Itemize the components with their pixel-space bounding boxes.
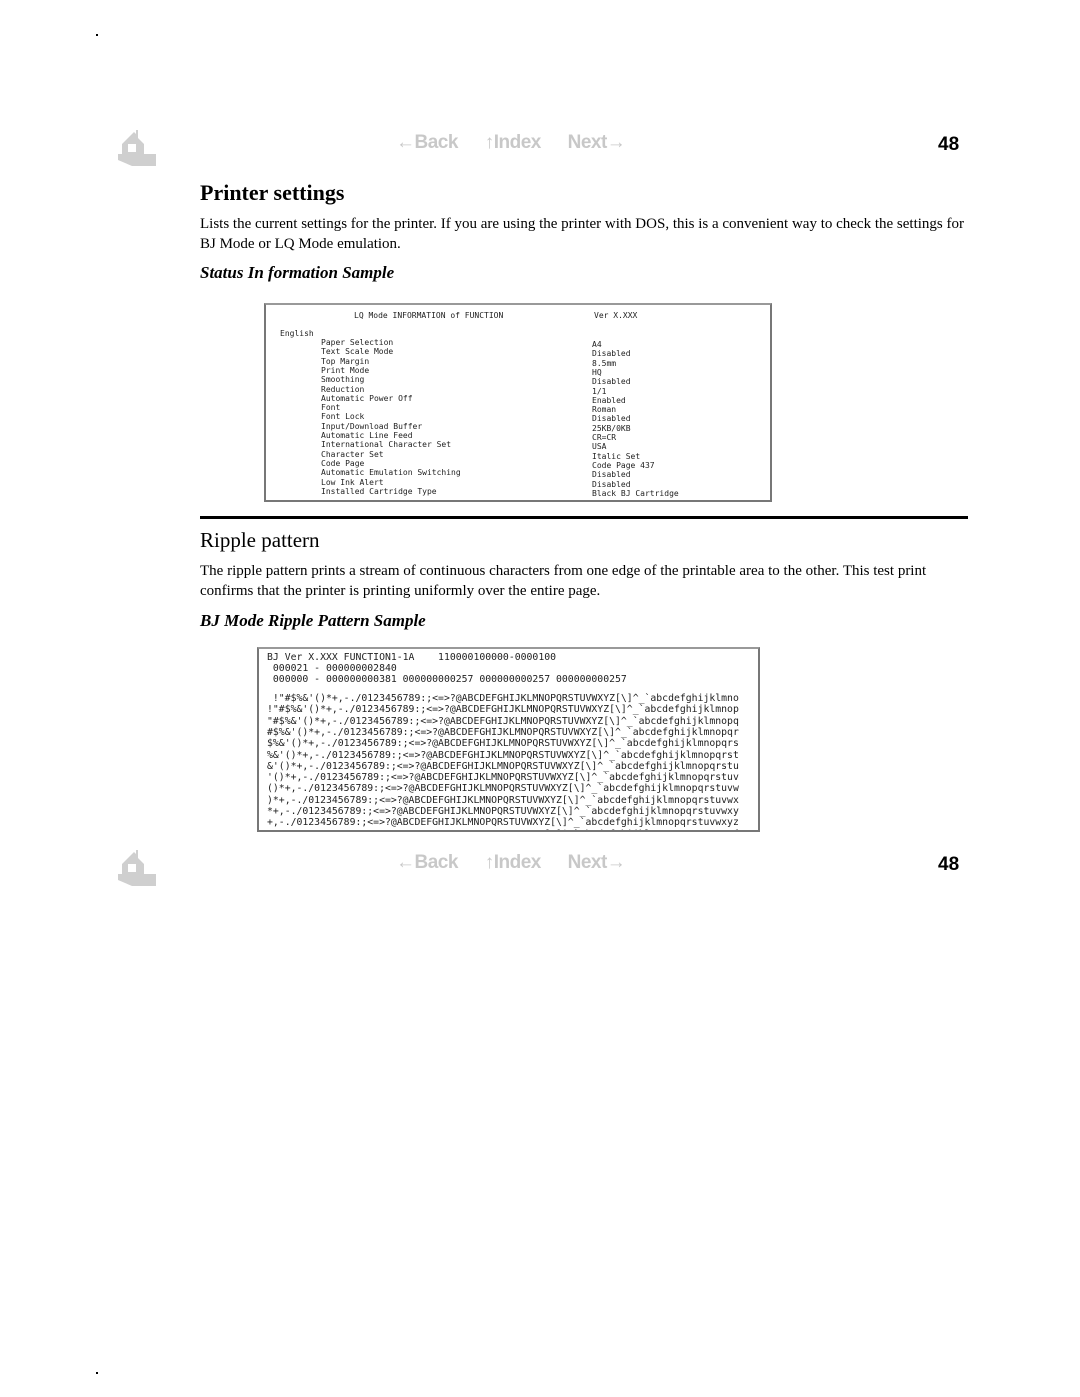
ripple-pattern-line: $%&'()*+,-./0123456789:;<=>?@ABCDEFGHIJK… [267, 738, 739, 750]
setting-value: Disabled [592, 414, 631, 424]
setting-value: Enabled [592, 395, 626, 405]
ripple-pattern-line: ()*+,-./0123456789:;<=>?@ABCDEFGHIJKLMNO… [267, 783, 739, 795]
setting-value: Disabled [592, 470, 631, 480]
index-link[interactable]: ↑Index [485, 852, 542, 873]
section-divider [200, 516, 968, 519]
setting-value: Disabled [592, 479, 631, 489]
setting-value: Black BJ Cartridge [592, 488, 679, 498]
next-link[interactable]: Next→ [568, 852, 626, 873]
ripple-pattern-line: )*+,-./0123456789:;<=>?@ABCDEFGHIJKLMNOP… [267, 794, 739, 806]
ripple-pattern-sample: BJ Ver X.XXX FUNCTION1-1A 110000100000-0… [257, 647, 760, 832]
setting-name: Automatic Line Feed [321, 431, 413, 440]
setting-name: Top Margin [321, 356, 370, 366]
ripple-pattern-line: !"#$%&'()*+,-./0123456789:;<=>?@ABCDEFGH… [267, 704, 739, 716]
ripple-pattern-line: &'()*+,-./0123456789:;<=>?@ABCDEFGHIJKLM… [267, 760, 739, 772]
section-title-printer-settings: Printer settings [200, 180, 345, 205]
page-number: 48 [938, 854, 960, 875]
lq-header: LQ Mode INFORMATION of FUNCTION [354, 311, 504, 320]
back-link[interactable]: ←Back [396, 132, 458, 153]
setting-name: Character Set [321, 449, 384, 459]
page-number: 48 [938, 134, 960, 155]
page-mark [96, 1372, 98, 1374]
section-title-ripple-pattern: Ripple pattern [200, 528, 320, 552]
setting-name: Reduction [321, 384, 365, 394]
top-nav: ←Back ↑Index Next→ 48 [0, 128, 1080, 168]
setting-name: Font Lock [321, 412, 365, 422]
ripple-pattern-line: %&'()*+,-./0123456789:;<=>?@ABCDEFGHIJKL… [267, 749, 739, 761]
setting-value: Italic Set [592, 451, 641, 461]
setting-value: CR=CR [592, 433, 617, 442]
setting-value: A4 [592, 340, 602, 349]
ripple-pattern-line: *+,-./0123456789:;<=>?@ABCDEFGHIJKLMNOPQ… [267, 806, 739, 817]
home-icon[interactable] [114, 128, 158, 168]
ripple-pattern-line: ,-./0123456789:;<=>?@ABCDEFGHIJKLMNOPQRS… [267, 829, 739, 830]
status-sample-title: Status In formation Sample [200, 263, 395, 282]
setting-value: USA [592, 442, 607, 452]
setting-value: HQ [592, 367, 602, 377]
home-icon[interactable] [114, 848, 158, 888]
status-information-sample: LQ Mode INFORMATION of FUNCTION Ver X.XX… [264, 303, 772, 502]
setting-name: International Character Set [321, 440, 452, 450]
index-link[interactable]: ↑Index [485, 132, 542, 153]
ripple-pattern-line: "#$%&'()*+,-./0123456789:;<=>?@ABCDEFGHI… [267, 715, 739, 727]
ripple-header-line: 000000 - 000000000381 000000000257 00000… [267, 674, 627, 685]
printer-settings-description: Lists the current settings for the print… [200, 216, 964, 252]
ripple-header-line: BJ Ver X.XXX FUNCTION1-1A 110000100000-0… [267, 652, 557, 663]
ripple-pattern-line: #$%&'()*+,-./0123456789:;<=>?@ABCDEFGHIJ… [267, 726, 739, 738]
ripple-sample-title: BJ Mode Ripple Pattern Sample [200, 611, 426, 630]
setting-name: Font [321, 403, 341, 413]
setting-value: Roman [592, 405, 617, 415]
setting-value: Code Page 437 [592, 460, 655, 470]
setting-name: Paper Selection [321, 338, 394, 347]
manual-page: ←Back ↑Index Next→ 48 Printer settings L… [0, 0, 1080, 1397]
setting-name: Smoothing [321, 375, 365, 385]
setting-name: Text Scale Mode [321, 347, 394, 357]
ripple-pattern-description: The ripple pattern prints a stream of co… [200, 563, 927, 599]
back-link[interactable]: ←Back [396, 852, 458, 873]
bottom-nav: ←Back ↑Index Next→ 48 [0, 848, 1080, 888]
lq-language: English [280, 329, 314, 338]
lq-version: Ver X.XXX [594, 311, 638, 320]
setting-name: Low Ink Alert [321, 477, 384, 487]
setting-value: 1/1 [592, 386, 607, 396]
setting-name: Input/Download Buffer [321, 421, 423, 431]
ripple-pattern-line: '()*+,-./0123456789:;<=>?@ABCDEFGHIJKLMN… [267, 772, 739, 784]
setting-name: Automatic Emulation Switching [321, 468, 461, 478]
setting-name: Code Page [321, 458, 365, 468]
setting-value: 8.5mm [592, 358, 617, 368]
setting-value: Disabled [592, 377, 631, 387]
setting-name: Print Mode [321, 365, 370, 375]
setting-value: Disabled [592, 349, 631, 359]
setting-name: Automatic Power Off [321, 393, 413, 403]
setting-name: Installed Cartridge Type [321, 486, 437, 496]
ripple-pattern-line: !"#$%&'()*+,-./0123456789:;<=>?@ABCDEFGH… [267, 693, 739, 704]
ripple-header-line: 000021 - 000000002840 [267, 663, 397, 674]
page-mark [96, 34, 98, 36]
next-link[interactable]: Next→ [568, 132, 626, 153]
setting-value: 25KB/0KB [592, 423, 631, 433]
ripple-pattern-line: +,-./0123456789:;<=>?@ABCDEFGHIJKLMNOPQR… [267, 817, 739, 829]
